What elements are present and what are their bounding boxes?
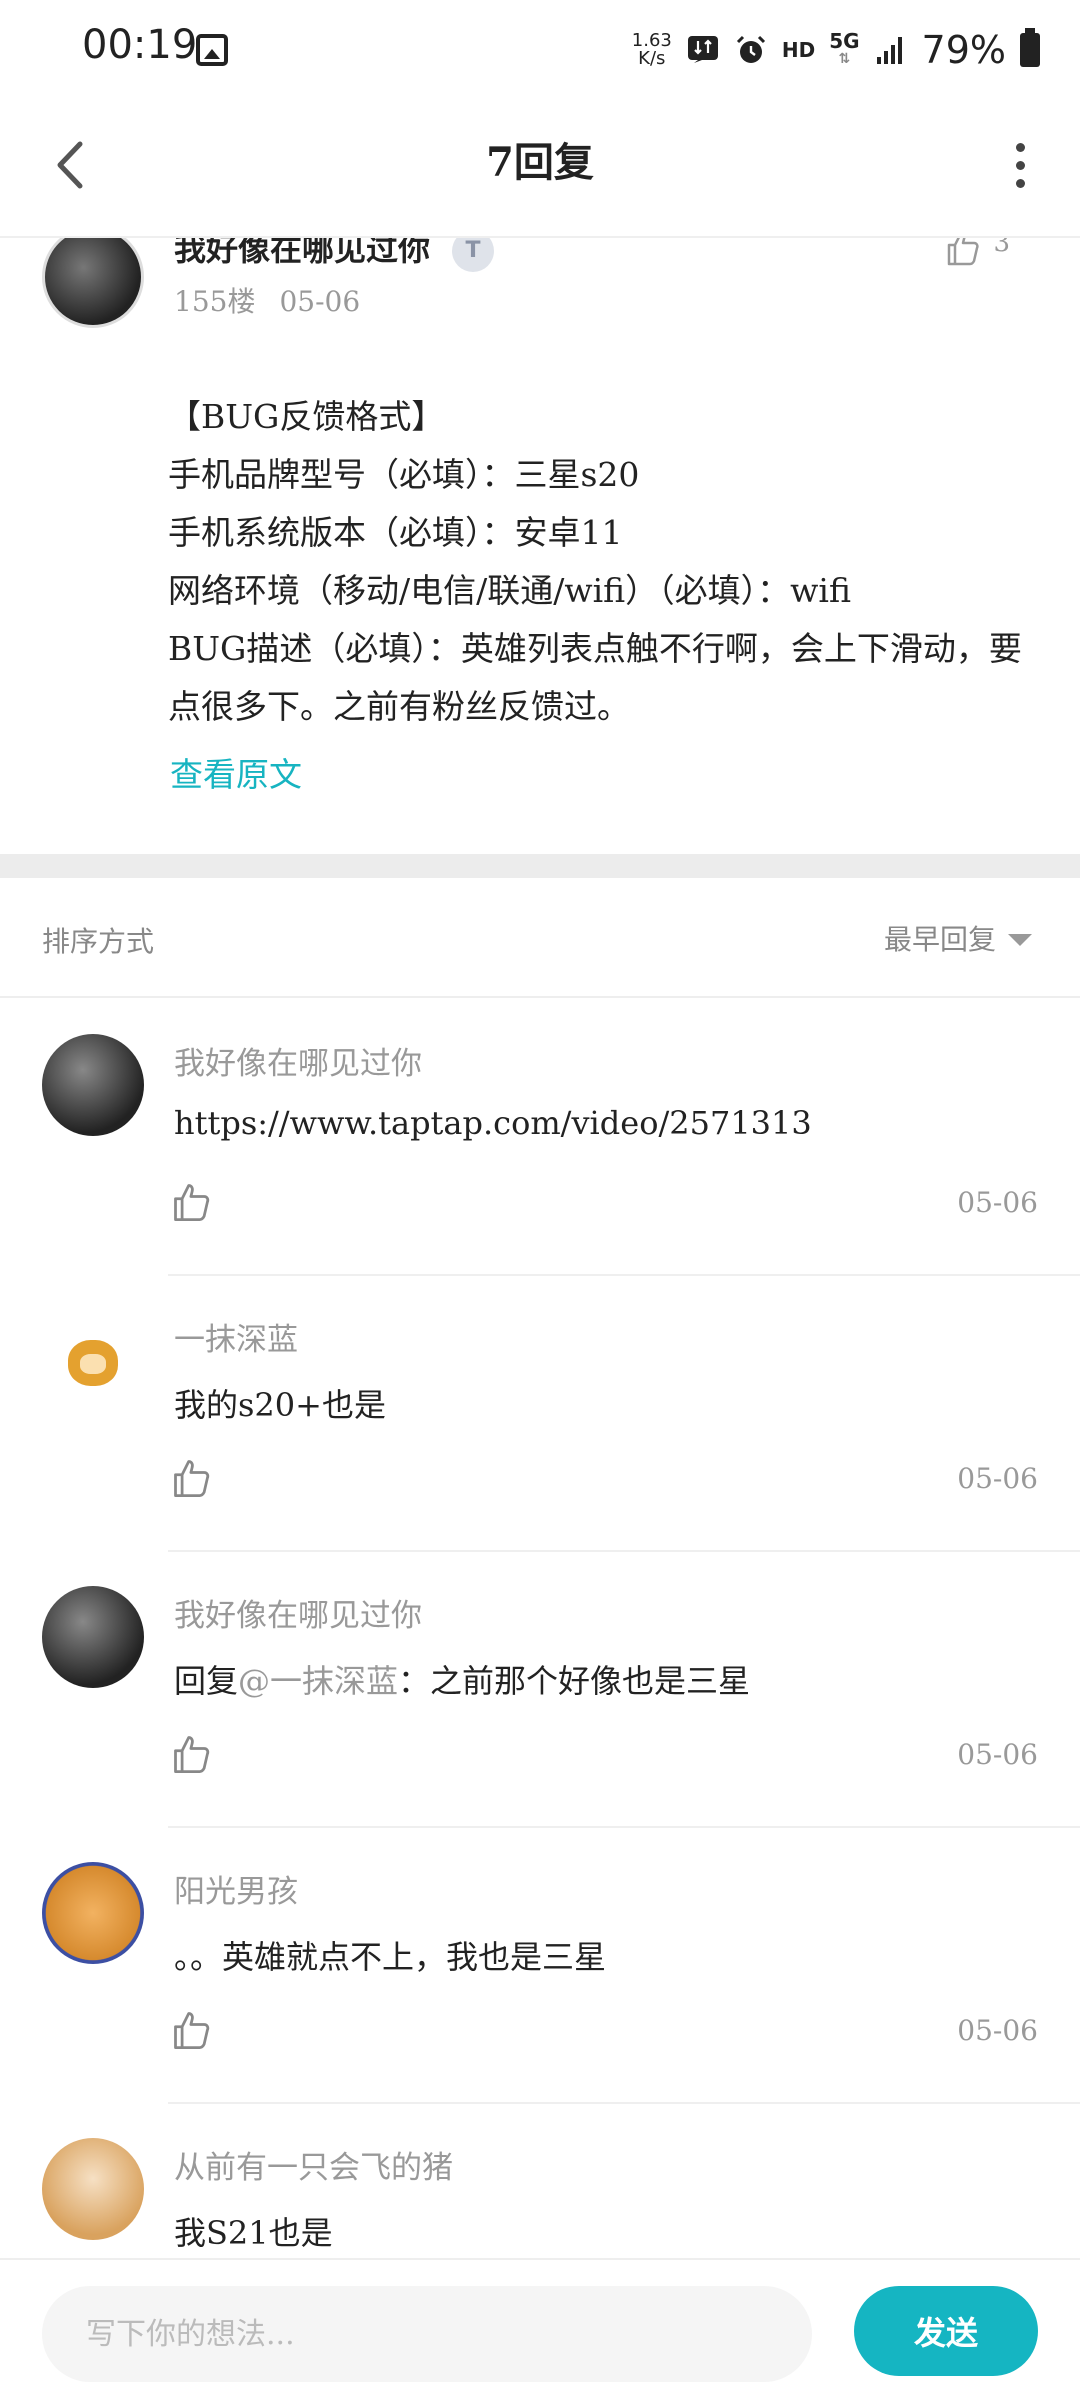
photo-icon	[196, 34, 228, 66]
sort-dropdown[interactable]: 最早回复	[884, 918, 1032, 958]
network-speed-unit: K/s	[638, 48, 666, 69]
reply-content: ：之前那个好像也是三星	[398, 1662, 751, 1700]
post-line: 【BUG反馈格式】	[168, 397, 445, 436]
avatar[interactable]	[42, 1310, 144, 1412]
monkey-avatar-icon	[68, 1340, 118, 1386]
reply-item: 一抹深蓝 我的s20+也是 05-06	[0, 1276, 1080, 1552]
post-like-count: 3	[993, 238, 1010, 258]
chevron-down-icon	[1008, 934, 1032, 946]
avatar[interactable]	[42, 2138, 144, 2240]
thumbs-up-icon[interactable]	[170, 2008, 214, 2052]
reply-prefix: 回复	[174, 1662, 239, 1700]
reply-date: 05-06	[957, 1462, 1038, 1495]
post-line: BUG描述（必填）：英雄列表点触不行啊，会上下滑动，要	[168, 629, 1022, 668]
reply-item: 我好像在哪见过你 https://www.taptap.com/video/25…	[0, 1000, 1080, 1276]
reply-item: 阳光男孩 。。英雄就点不上，我也是三星 05-06	[0, 1828, 1080, 2104]
header: 7回复	[0, 100, 1080, 238]
user-badge-icon: T	[452, 238, 494, 272]
post-line: 网络环境（移动/电信/联通/wifi）（必填）：wifi	[168, 571, 851, 610]
reply-author[interactable]: 阳光男孩	[174, 1866, 298, 1911]
battery-percent: 79%	[921, 28, 1006, 72]
mention-link[interactable]: @一抹深蓝	[238, 1662, 398, 1700]
thumbs-up-icon[interactable]	[170, 1456, 214, 1500]
page-title: 7回复	[486, 139, 594, 186]
signal-icon	[876, 37, 902, 64]
thumbs-up-icon	[948, 238, 980, 266]
avatar[interactable]	[42, 238, 144, 328]
reply-text[interactable]: 回复@一抹深蓝：之前那个好像也是三星	[174, 1656, 750, 1702]
alarm-icon	[736, 35, 765, 63]
post-date: 05-06	[279, 285, 361, 318]
reply-date: 05-06	[957, 2014, 1038, 2047]
reply-text[interactable]: 我的s20+也是	[174, 1380, 386, 1426]
thumbs-up-icon[interactable]	[170, 1732, 214, 1776]
status-bar: 00:19 1.63 K/s HD 5G ⇅ 79%	[0, 0, 1080, 100]
reply-text[interactable]: https://www.taptap.com/video/2571313	[174, 1104, 812, 1142]
more-options-button[interactable]	[990, 130, 1050, 200]
post-body: 【BUG反馈格式】 手机品牌型号（必填）：三星s20 手机系统版本（必填）：安卓…	[168, 388, 1048, 736]
status-time: 00:19	[82, 22, 198, 68]
reply-text[interactable]: 。。英雄就点不上，我也是三星	[174, 1932, 606, 1978]
send-button[interactable]: 发送	[854, 2286, 1038, 2376]
status-icons: 1.63 K/s HD 5G ⇅ 79%	[632, 22, 1040, 78]
battery-icon	[1020, 28, 1040, 67]
avatar[interactable]	[42, 1586, 144, 1688]
comment-input[interactable]	[42, 2286, 812, 2382]
reply-author[interactable]: 一抹深蓝	[174, 1314, 298, 1359]
network-type: 5G ⇅	[829, 29, 860, 68]
reply-author[interactable]: 我好像在哪见过你	[174, 1590, 422, 1635]
hd-label: HD	[781, 38, 816, 62]
reply-date: 05-06	[957, 1738, 1038, 1771]
original-post: 我好像在哪见过你 T 3 155楼 05-06 【BUG反馈格式】 手机品牌型号（…	[0, 238, 1080, 854]
sort-bar: 排序方式 最早回复	[0, 878, 1080, 998]
dot-icon	[1015, 178, 1025, 188]
reply-author[interactable]: 我好像在哪见过你	[174, 1038, 422, 1083]
post-like-button[interactable]: 3	[943, 238, 1010, 268]
network-type-label: 5G	[829, 29, 860, 53]
post-meta: 155楼 05-06	[174, 280, 360, 320]
thumbs-up-icon[interactable]	[170, 1180, 214, 1224]
dot-icon	[1015, 142, 1025, 152]
section-divider	[0, 854, 1080, 878]
post-author[interactable]: 我好像在哪见过你	[174, 238, 430, 270]
network-speed: 1.63 K/s	[632, 32, 672, 68]
post-line: 手机品牌型号（必填）：三星s20	[168, 455, 640, 494]
reply-text[interactable]: 我S21也是	[174, 2208, 333, 2254]
post-floor: 155楼	[174, 285, 256, 318]
sort-selected: 最早回复	[883, 923, 996, 956]
post-line: 点很多下。之前有粉丝反馈过。	[168, 687, 630, 726]
sort-label: 排序方式	[42, 925, 155, 958]
comment-composer: 发送	[0, 2258, 1080, 2400]
data-transfer-icon	[687, 36, 718, 63]
reply-date: 05-06	[957, 1186, 1038, 1219]
avatar[interactable]	[42, 1862, 144, 1964]
view-original-link[interactable]: 查看原文	[170, 748, 302, 796]
avatar[interactable]	[42, 1034, 144, 1136]
dot-icon	[1015, 160, 1025, 170]
reply-item: 我好像在哪见过你 回复@一抹深蓝：之前那个好像也是三星 05-06	[0, 1552, 1080, 1828]
reply-author[interactable]: 从前有一只会飞的猪	[174, 2142, 453, 2187]
post-line: 手机系统版本（必填）：安卓11	[168, 513, 623, 552]
